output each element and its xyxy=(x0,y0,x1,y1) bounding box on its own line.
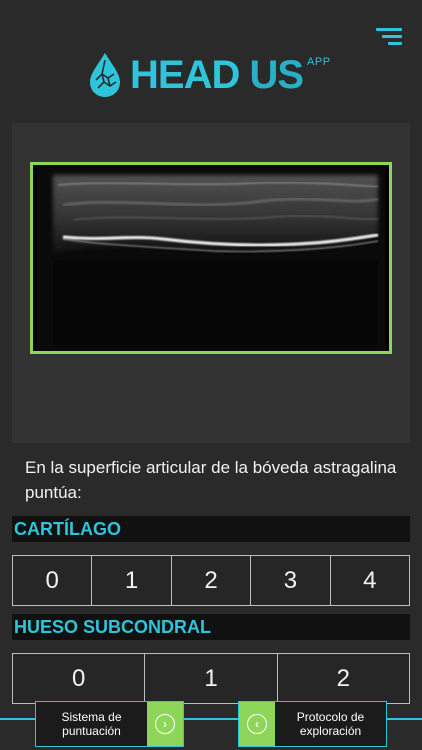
score-option-0[interactable]: 0 xyxy=(13,556,93,605)
protocolo-de-exploracion-label: Protocolo de exploración xyxy=(296,710,365,738)
score-selector-cartilago: 0 1 2 3 4 xyxy=(12,555,410,606)
chevron-left-icon: ‹ xyxy=(239,702,275,746)
logo-app-superscript: APP xyxy=(307,56,331,68)
ultrasound-image-panel xyxy=(12,123,410,443)
score-option-1[interactable]: 1 xyxy=(92,556,172,605)
logo-wordmark: HEAD US xyxy=(130,53,304,97)
score-option-3[interactable]: 3 xyxy=(251,556,331,605)
water-drop-icon xyxy=(90,53,120,97)
logo-head-text: HEAD xyxy=(130,53,240,97)
score-option-1[interactable]: 1 xyxy=(145,654,278,703)
chevron-right-icon: › xyxy=(147,702,183,746)
section-title-hueso-subcondral: HUESO SUBCONDRAL xyxy=(12,614,410,640)
logo-us-text: US xyxy=(249,53,304,97)
score-option-2[interactable]: 2 xyxy=(172,556,252,605)
hamburger-menu-icon[interactable] xyxy=(376,28,402,46)
ultrasound-frame xyxy=(30,162,392,354)
protocolo-de-exploracion-button[interactable]: ‹ Protocolo de exploración xyxy=(238,701,387,747)
score-selector-hueso-subcondral: 0 1 2 xyxy=(12,653,410,704)
section-title-cartilago: CARTÍLAGO xyxy=(12,516,410,542)
question-text: En la superficie articular de la bóveda … xyxy=(25,458,397,502)
ultrasound-image xyxy=(33,165,389,351)
score-option-4[interactable]: 4 xyxy=(331,556,409,605)
sistema-de-puntuacion-button[interactable]: Sistema de puntuación › xyxy=(35,701,184,747)
score-option-0[interactable]: 0 xyxy=(13,654,146,703)
score-option-2[interactable]: 2 xyxy=(278,654,409,703)
sistema-de-puntuacion-label: Sistema de puntuación xyxy=(61,710,122,738)
app-logo: HEAD US APP xyxy=(88,50,331,100)
